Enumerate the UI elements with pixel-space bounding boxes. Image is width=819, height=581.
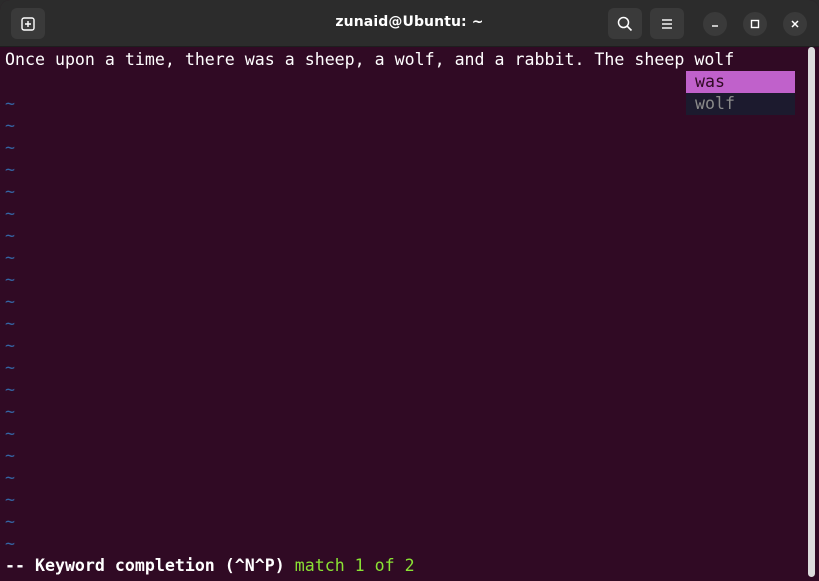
empty-line-tilde: ~ [5,314,15,333]
empty-line-tilde: ~ [5,292,15,311]
empty-line-tilde: ~ [5,468,15,487]
menu-button[interactable] [650,8,684,39]
empty-line-tilde: ~ [5,336,15,355]
empty-line-tilde: ~ [5,116,15,135]
editor-line-1: Once upon a time, there was a sheep, a w… [5,50,735,69]
completion-item[interactable]: wolf [686,93,795,115]
completion-popup: was wolf [686,71,795,115]
empty-line-tilde: ~ [5,534,15,553]
empty-line-tilde: ~ [5,226,15,245]
empty-line-tilde: ~ [5,182,15,201]
completion-item-selected[interactable]: was [686,71,795,93]
terminal-window: zunaid@Ubuntu: ~ Once upon a time, there… [0,0,819,581]
empty-line-tilde: ~ [5,446,15,465]
empty-line-tilde: ~ [5,402,15,421]
maximize-icon [750,19,760,29]
empty-line-tilde: ~ [5,358,15,377]
empty-line-tilde: ~ [5,94,15,113]
minimize-icon [712,25,718,27]
empty-line-tilde: ~ [5,270,15,289]
empty-line-tilde: ~ [5,204,15,223]
empty-line-tilde: ~ [5,490,15,509]
status-mode: -- Keyword completion (^N^P) [5,556,285,575]
empty-line-tilde: ~ [5,380,15,399]
search-icon [617,16,633,31]
empty-line-tilde: ~ [5,248,15,267]
status-line: -- Keyword completion (^N^P) match 1 of … [5,555,415,577]
status-match: match 1 of 2 [294,556,415,575]
empty-line-tilde: ~ [5,160,15,179]
hamburger-menu-icon [662,18,672,29]
window-title: zunaid@Ubuntu: ~ [335,14,484,30]
minimize-button[interactable] [703,12,727,36]
close-icon [791,20,799,28]
empty-line-tilde: ~ [5,424,15,443]
scrollbar[interactable] [808,47,815,577]
terminal-area[interactable]: Once upon a time, there was a sheep, a w… [0,47,819,581]
titlebar: zunaid@Ubuntu: ~ [0,0,819,47]
empty-line-tilde: ~ [5,512,15,531]
maximize-button[interactable] [743,12,767,36]
empty-line-tilde: ~ [5,138,15,157]
search-button[interactable] [608,8,642,39]
close-button[interactable] [783,12,807,36]
